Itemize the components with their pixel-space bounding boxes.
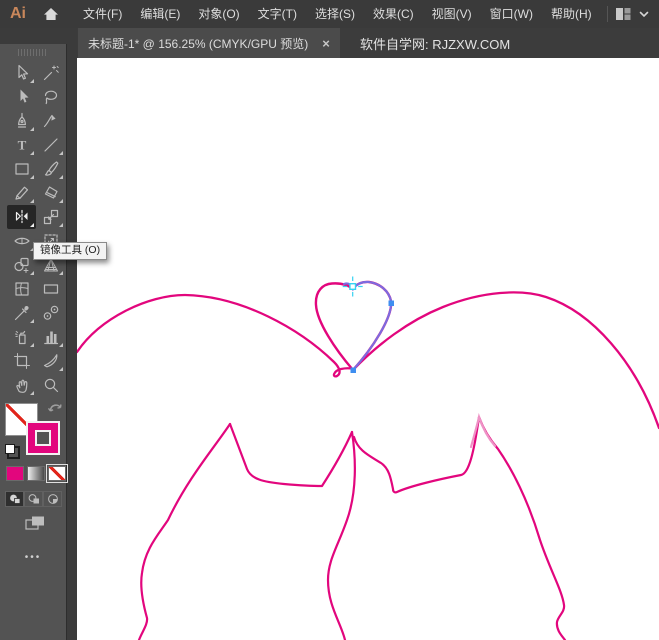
blend-tool[interactable] bbox=[36, 301, 65, 325]
type-tool[interactable]: T bbox=[7, 133, 36, 157]
zoom-tool[interactable] bbox=[36, 373, 65, 397]
watermark-text: 软件自学网: RJZXW.COM bbox=[360, 28, 510, 58]
apply-gradient-button[interactable] bbox=[27, 466, 45, 481]
gradient-tool[interactable] bbox=[36, 277, 65, 301]
menu-effect[interactable]: 效果(C) bbox=[364, 0, 423, 28]
anchor-point[interactable] bbox=[389, 301, 395, 307]
swap-fill-stroke-icon[interactable] bbox=[48, 400, 63, 419]
svg-text:T: T bbox=[17, 138, 26, 153]
slice-tool[interactable] bbox=[36, 349, 65, 373]
workspace-switcher-icon[interactable] bbox=[614, 5, 633, 23]
anchor-highlight[interactable] bbox=[343, 277, 363, 297]
direct-selection-tool[interactable] bbox=[7, 85, 36, 109]
line-segment-tool[interactable] bbox=[36, 133, 65, 157]
width-tool[interactable] bbox=[7, 229, 36, 253]
hand-tool[interactable] bbox=[7, 373, 36, 397]
menu-select[interactable]: 选择(S) bbox=[306, 0, 364, 28]
edit-toolbar-button[interactable]: ••• bbox=[0, 552, 66, 563]
anchor-point[interactable] bbox=[351, 368, 357, 374]
menu-object[interactable]: 对象(O) bbox=[189, 0, 248, 28]
left-cat-back-path[interactable] bbox=[139, 424, 230, 640]
illustrator-window: Ai 文件(F) 编辑(E) 对象(O) 文字(T) 选择(S) 效果(C) 视… bbox=[0, 0, 659, 640]
canvas[interactable] bbox=[77, 58, 659, 640]
pen-tool[interactable] bbox=[7, 109, 36, 133]
document-tab-title: 未标题-1* @ 156.25% (CMYK/GPU 预览) bbox=[88, 35, 308, 52]
reflect-tool[interactable] bbox=[7, 205, 36, 229]
menu-type[interactable]: 文字(T) bbox=[249, 0, 306, 28]
left-cat-head-path[interactable] bbox=[230, 424, 352, 486]
rectangle-tool[interactable] bbox=[7, 157, 36, 181]
left-column: T bbox=[0, 28, 77, 640]
menu-edit[interactable]: 编辑(E) bbox=[131, 0, 189, 28]
document-tab[interactable]: 未标题-1* @ 156.25% (CMYK/GPU 预览) × bbox=[78, 28, 340, 58]
menu-window[interactable]: 窗口(W) bbox=[481, 0, 542, 28]
eraser-tool[interactable] bbox=[36, 181, 65, 205]
lasso-tool[interactable] bbox=[36, 85, 65, 109]
column-graph-tool[interactable] bbox=[36, 325, 65, 349]
tools-panel: T bbox=[0, 44, 67, 640]
tab-close-icon[interactable]: × bbox=[322, 36, 330, 51]
scale-tool[interactable] bbox=[36, 205, 65, 229]
apply-color-button[interactable] bbox=[6, 466, 24, 481]
pencil-tool[interactable] bbox=[7, 181, 36, 205]
eyedropper-tool[interactable] bbox=[7, 301, 36, 325]
magic-wand-tool[interactable] bbox=[36, 61, 65, 85]
app-logo: Ai bbox=[10, 5, 26, 23]
selection-tool[interactable] bbox=[7, 61, 36, 85]
curvature-tool[interactable] bbox=[36, 109, 65, 133]
draw-behind-button[interactable] bbox=[24, 491, 43, 507]
draw-inside-button[interactable] bbox=[43, 491, 62, 507]
divider bbox=[607, 6, 608, 22]
left-tail-path[interactable] bbox=[77, 295, 353, 376]
right-cat-path[interactable] bbox=[354, 417, 565, 640]
panel-grip[interactable] bbox=[18, 49, 48, 56]
screen-mode-button[interactable] bbox=[24, 515, 46, 536]
menu-file[interactable]: 文件(F) bbox=[74, 0, 131, 28]
artwork bbox=[77, 58, 659, 640]
draw-normal-button[interactable] bbox=[5, 491, 24, 507]
default-fill-stroke-icon[interactable] bbox=[5, 444, 20, 459]
tooltip: 镜像工具 (O) bbox=[33, 242, 107, 260]
artboard-tool[interactable] bbox=[7, 349, 36, 373]
menu-help[interactable]: 帮助(H) bbox=[542, 0, 601, 28]
chevron-down-icon[interactable] bbox=[639, 11, 649, 18]
drawing-mode-buttons bbox=[5, 491, 62, 507]
paintbrush-tool[interactable] bbox=[36, 157, 65, 181]
stroke-swatch[interactable] bbox=[26, 421, 60, 455]
apply-none-button[interactable] bbox=[48, 466, 66, 481]
right-tail-path[interactable] bbox=[353, 292, 659, 428]
menu-view[interactable]: 视图(V) bbox=[423, 0, 481, 28]
shape-builder-tool[interactable] bbox=[7, 253, 36, 277]
menu-bar: Ai 文件(F) 编辑(E) 对象(O) 文字(T) 选择(S) 效果(C) 视… bbox=[0, 0, 659, 28]
home-icon[interactable] bbox=[42, 5, 60, 23]
symbol-sprayer-tool[interactable] bbox=[7, 325, 36, 349]
menu-items: 文件(F) 编辑(E) 对象(O) 文字(T) 选择(S) 效果(C) 视图(V… bbox=[74, 0, 601, 28]
mesh-tool[interactable] bbox=[7, 277, 36, 301]
tab-bar: « 未标题-1* @ 156.25% (CMYK/GPU 预览) × 软件自学网… bbox=[0, 28, 659, 58]
apply-color-buttons bbox=[6, 466, 66, 481]
left-cat-chest-path[interactable] bbox=[328, 432, 355, 640]
